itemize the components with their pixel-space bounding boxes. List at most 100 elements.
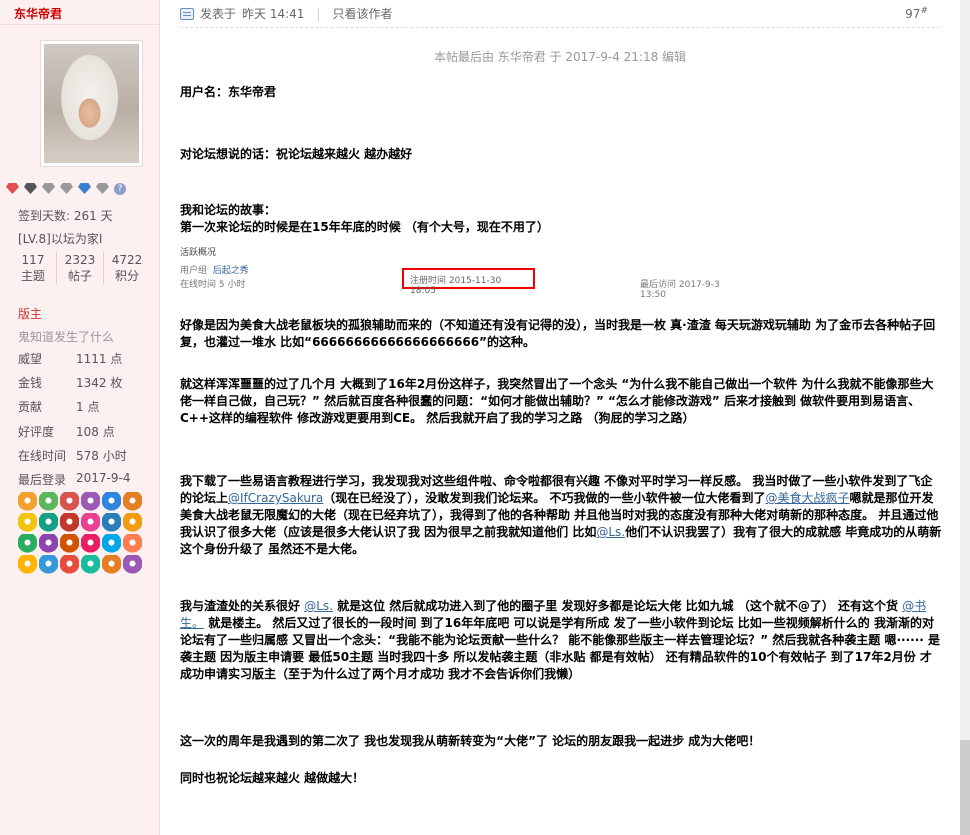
medal-icon[interactable] <box>123 513 142 532</box>
paragraph: 我下载了一些易语言教程进行学习，我发现我对这些组件啦、命令啦都很有兴趣 不像对平… <box>180 473 942 558</box>
embed-link: 后起之秀 <box>212 266 249 276</box>
medal-icon[interactable] <box>123 492 142 511</box>
gem-icon <box>24 183 37 194</box>
separator: | <box>316 6 321 21</box>
info-contribution: 贡献 1 点 <box>18 398 153 415</box>
medal-list <box>18 492 144 574</box>
info-key: 最后登录 <box>18 473 67 487</box>
medal-icon[interactable] <box>81 492 100 511</box>
info-money: 金钱 1342 枚 <box>18 374 153 391</box>
floor-number[interactable]: 97# <box>905 6 928 21</box>
medal-icon[interactable] <box>123 534 142 553</box>
medal-icon[interactable] <box>60 555 79 574</box>
post-area: 发表于 昨天 14:41 | 只看该作者 97# 本帖最后由 东华帝君 于 20… <box>160 0 960 835</box>
stat-value: 117 <box>21 253 45 267</box>
scrollbar[interactable] <box>960 0 970 835</box>
stat-label: 帖子 <box>67 269 92 283</box>
mention-link[interactable]: @美食大战疯子 <box>765 491 849 505</box>
medal-icon[interactable] <box>18 492 37 511</box>
medal-icon[interactable] <box>81 513 100 532</box>
embed-last-visit: 最后访问 2017-9-3 13:50 <box>640 280 720 300</box>
info-online-time: 在线时间 578 小时 <box>18 447 153 464</box>
story-title: 我和论坛的故事： <box>180 203 277 217</box>
medal-icon[interactable] <box>18 534 37 553</box>
info-value: 1342 枚 <box>76 376 123 390</box>
gem-icon <box>78 183 91 194</box>
posted-label: 发表于 <box>200 7 237 21</box>
medal-icon[interactable] <box>102 492 121 511</box>
embed-title: 活跃概况 <box>180 248 217 258</box>
text: 就是这位 然后就成功进入到了他的圈子里 发现好多都是论坛大佬 比如九城 （这个就… <box>332 599 903 613</box>
paragraph: 我与渣渣处的关系很好 @Ls. 就是这位 然后就成功进入到了他的圈子里 发现好多… <box>180 598 942 683</box>
post-meta-bar: 发表于 昨天 14:41 | 只看该作者 <box>180 0 940 28</box>
embed-user-group: 用户组 后起之秀 <box>180 263 249 276</box>
medal-icon[interactable] <box>102 534 121 553</box>
avatar-image <box>44 44 139 163</box>
author-sidebar: 东华帝君 ? 签到天数: 261 天 [LV.8]以坛为家I 117 主题 232… <box>0 0 160 835</box>
mention-link[interactable]: @Ls. <box>304 599 333 613</box>
text: （现在已经没了），没敢发到我们论坛来。 不巧我做的一些小软件被一位大佬看到了 <box>323 491 766 505</box>
medal-icon[interactable] <box>60 534 79 553</box>
gem-icon <box>6 183 19 194</box>
medal-icon[interactable] <box>39 492 58 511</box>
info-key: 贡献 <box>18 400 43 414</box>
stat-label: 主题 <box>20 269 45 283</box>
text: 就是楼主。 然后又过了很长的一段时间 到了16年年底吧 可以说是学有所成 发了一… <box>180 616 941 681</box>
medal-icon[interactable] <box>18 513 37 532</box>
medal-icon[interactable] <box>123 555 142 574</box>
story-heading: 我和论坛的故事： 第一次来论坛的时候是在15年年底的时候 （有个大号，现在不用了… <box>180 202 549 236</box>
embed-label: 用户组 <box>180 266 208 276</box>
paragraph: 就这样浑浑噩噩的过了几个月 大概到了16年2月份这样子，我突然冒出了一个念头 “… <box>180 377 934 425</box>
stat-topics[interactable]: 117 主题 <box>10 252 57 284</box>
register-time-highlight: 注册时间 2015-11-30 18:05 <box>402 268 535 296</box>
scrollbar-thumb[interactable] <box>960 740 970 835</box>
floor-mark: # <box>920 6 928 16</box>
info-value: 578 小时 <box>76 449 127 463</box>
info-last-login: 最后登录 2017-9-4 <box>18 471 153 488</box>
info-value: 2017-9-4 <box>76 471 131 485</box>
info-key: 威望 <box>18 352 43 366</box>
gem-icon <box>96 183 109 194</box>
paragraph: 这一次的周年是我遇到的第二次了 我也发现我从萌新转变为“大佬”了 论坛的朋友跟我… <box>180 734 761 748</box>
posted-time: 昨天 14:41 <box>242 7 305 21</box>
stat-points[interactable]: 4722 积分 <box>104 252 150 284</box>
text: 我与渣渣处的关系很好 <box>180 599 305 613</box>
embed-online-time: 在线时间 5 小时 <box>180 280 246 290</box>
mention-link[interactable]: @IfCrazySakura <box>228 491 323 505</box>
user-level[interactable]: [LV.8]以坛为家I <box>18 230 102 247</box>
post-status-icon <box>180 7 194 20</box>
gem-icon <box>42 183 55 194</box>
help-icon[interactable]: ? <box>114 183 126 195</box>
medal-icon[interactable] <box>60 513 79 532</box>
medal-icon[interactable] <box>39 534 58 553</box>
info-prestige: 威望 1111 点 <box>18 350 153 367</box>
info-value: 1111 点 <box>76 352 123 366</box>
mention-link[interactable]: @Ls. <box>596 525 625 539</box>
medal-icon[interactable] <box>102 513 121 532</box>
avatar[interactable] <box>40 40 143 167</box>
only-author-link[interactable]: 只看该作者 <box>332 5 392 22</box>
medal-icon[interactable] <box>18 555 37 574</box>
medal-icon[interactable] <box>39 555 58 574</box>
checkin-days: 签到天数: 261 天 <box>18 209 113 223</box>
divider <box>0 24 159 25</box>
screenshot-embed[interactable]: 活跃概况 用户组 后起之秀 在线时间 5 小时 注册时间 2015-11-30 … <box>180 241 740 300</box>
medal-icon[interactable] <box>81 555 100 574</box>
medal-icon[interactable] <box>102 555 121 574</box>
floor-value: 97 <box>905 7 921 21</box>
info-value: 1 点 <box>76 400 100 414</box>
info-key: 在线时间 <box>18 449 67 463</box>
stat-label: 积分 <box>114 269 139 283</box>
info-key: 好评度 <box>18 425 55 439</box>
medal-icon[interactable] <box>39 513 58 532</box>
user-role[interactable]: 版主 <box>18 305 42 322</box>
author-name-link[interactable]: 东华帝君 <box>14 5 62 22</box>
stat-value: 2323 <box>64 253 96 267</box>
medal-icon[interactable] <box>81 534 100 553</box>
talk-line: 对论坛想说的话：祝论坛越来越火 越办越好 <box>180 147 413 161</box>
info-key: 金钱 <box>18 376 43 390</box>
medal-icon[interactable] <box>60 492 79 511</box>
info-value: 108 点 <box>76 425 115 439</box>
user-signature: 鬼知道发生了什么 <box>18 330 115 344</box>
stat-posts[interactable]: 2323 帖子 <box>57 252 104 284</box>
